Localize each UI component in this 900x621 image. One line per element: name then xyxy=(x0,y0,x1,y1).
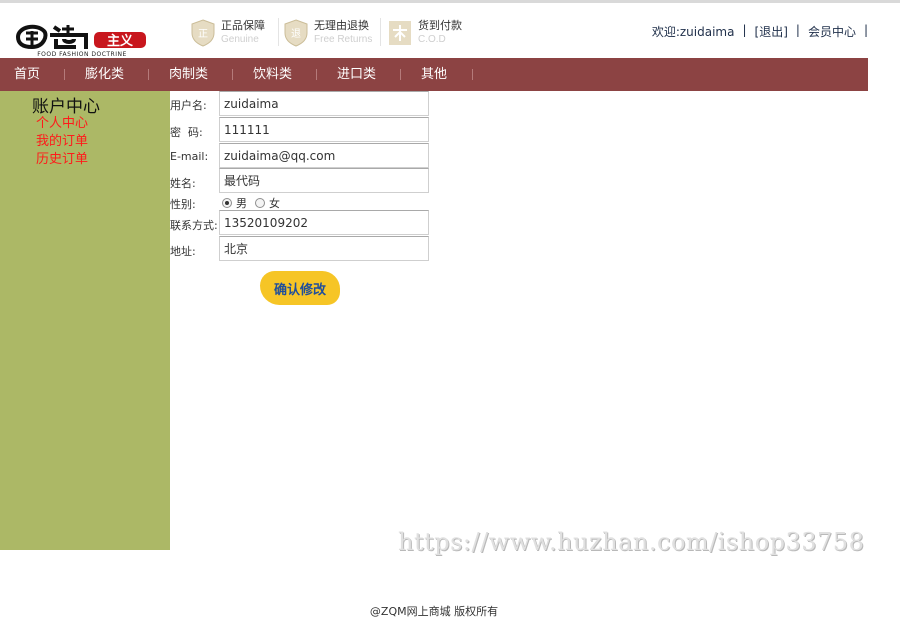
gender-male-radio[interactable] xyxy=(222,198,232,208)
footer-copyright: @ZQM网上商城 版权所有 xyxy=(369,605,499,618)
nav-item-imported[interactable]: 进口类 xyxy=(337,58,376,91)
gender-radio-group: 男 女 xyxy=(222,195,280,211)
badge-genuine: 正 正品保障 Genuine xyxy=(191,18,265,48)
svg-text:退: 退 xyxy=(291,28,301,40)
username-label: 用户名: xyxy=(170,99,207,112)
welcome-user-link[interactable]: 欢迎:zuidaima xyxy=(652,23,735,40)
shield-zheng-icon: 正 xyxy=(191,19,215,47)
nav-divider xyxy=(148,69,149,80)
confirm-update-button[interactable]: 确认修改 xyxy=(260,271,340,305)
separator: | xyxy=(742,23,747,37)
badge-returns-subtitle: Free Returns xyxy=(314,34,373,45)
nav-item-puffed[interactable]: 膨化类 xyxy=(85,58,124,91)
gender-male-label: 男 xyxy=(236,197,247,210)
phone-input[interactable] xyxy=(219,210,429,235)
nav-divider xyxy=(472,69,473,80)
sidebar-item-order-history[interactable]: 历史订单 xyxy=(36,148,88,167)
member-center-link[interactable]: 会员中心 xyxy=(808,23,856,40)
badge-divider xyxy=(278,18,279,46)
logout-link[interactable]: [退出] xyxy=(755,23,788,40)
nav-divider xyxy=(400,69,401,80)
nav-item-drinks[interactable]: 饮料类 xyxy=(253,58,292,91)
badge-free-returns: 退 无理由退换 Free Returns xyxy=(284,18,372,48)
badge-genuine-title: 正品保障 xyxy=(221,19,265,32)
user-bar: 欢迎:zuidaima | [退出] | 会员中心 | xyxy=(652,23,868,40)
name-input[interactable] xyxy=(219,168,429,193)
shield-tui-icon: 退 xyxy=(284,19,308,47)
password-label: 密 码: xyxy=(170,126,203,139)
nav-item-home[interactable]: 首页 xyxy=(14,58,40,91)
badge-cod-title: 货到付款 xyxy=(418,19,462,32)
username-input[interactable] xyxy=(219,91,429,116)
badge-genuine-subtitle: Genuine xyxy=(221,34,259,45)
badge-returns-title: 无理由退换 xyxy=(314,19,369,32)
logo-tagline: FOOD FASHION DOCTRINE xyxy=(37,51,127,58)
email-input[interactable] xyxy=(219,143,429,168)
gender-label: 性别: xyxy=(170,198,196,211)
nav-item-meat[interactable]: 肉制类 xyxy=(169,58,208,91)
nav-item-other[interactable]: 其他 xyxy=(421,58,447,91)
badge-cod: 货到付款 C.O.D xyxy=(388,18,462,48)
sidebar-item-my-orders[interactable]: 我的订单 xyxy=(36,130,88,149)
email-label: E-mail: xyxy=(170,150,209,163)
nav-divider xyxy=(64,69,65,80)
badge-cod-subtitle: C.O.D xyxy=(418,34,446,45)
phone-label: 联系方式: xyxy=(170,219,218,232)
nav-divider xyxy=(232,69,233,80)
separator: | xyxy=(863,23,868,37)
gender-female-label: 女 xyxy=(269,197,280,210)
address-label: 地址: xyxy=(170,245,196,258)
name-label: 姓名: xyxy=(170,177,196,190)
logo-graphic: 主义 xyxy=(15,24,146,50)
nav-divider xyxy=(316,69,317,80)
watermark-text: https://www.huzhan.com/ishop33758 xyxy=(398,528,865,556)
site-logo[interactable]: 主义 FOOD FASHION DOCTRINE xyxy=(14,21,150,58)
password-input[interactable] xyxy=(219,117,429,142)
address-input[interactable] xyxy=(219,236,429,261)
main-nav: 首页 膨化类 肉制类 饮料类 进口类 其他 xyxy=(0,58,868,91)
separator: | xyxy=(795,23,800,37)
svg-text:正: 正 xyxy=(198,29,208,40)
cod-icon xyxy=(389,21,411,45)
top-border xyxy=(0,0,900,3)
gender-female-radio[interactable] xyxy=(255,198,265,208)
account-sidebar: 账户中心 个人中心 我的订单 历史订单 xyxy=(0,91,170,550)
badge-divider xyxy=(380,18,381,46)
sidebar-item-personal-center[interactable]: 个人中心 xyxy=(36,112,88,131)
svg-text:主义: 主义 xyxy=(107,33,134,49)
